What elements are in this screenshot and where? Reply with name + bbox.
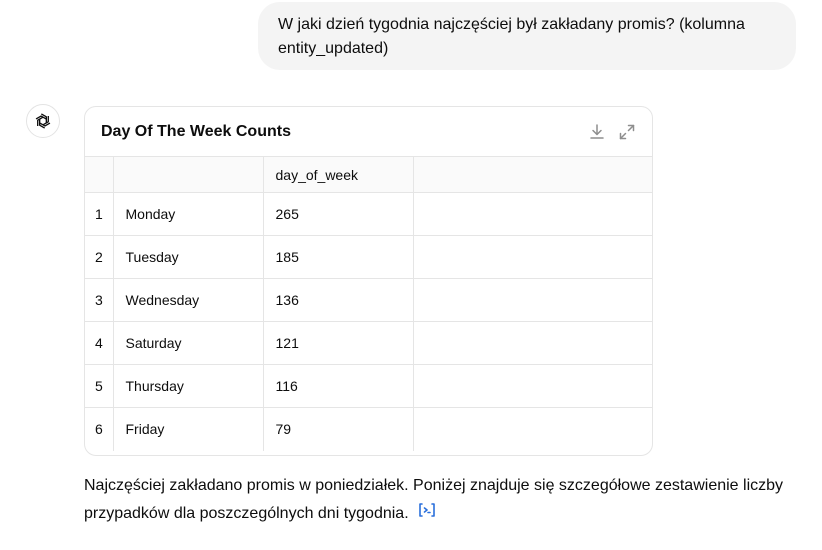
- table-row[interactable]: 6 Friday 79: [85, 407, 652, 451]
- table-card-header: Day Of The Week Counts: [85, 107, 652, 157]
- empty-cell: [412, 192, 652, 236]
- column-header-empty: [412, 156, 652, 193]
- empty-cell: [412, 407, 652, 451]
- day-cell: Saturday: [112, 321, 264, 365]
- code-icon: [419, 503, 435, 517]
- row-index: 1: [85, 192, 114, 236]
- count-cell: 79: [262, 407, 414, 451]
- user-message-bubble: W jaki dzień tygodnia najczęściej był za…: [258, 2, 796, 70]
- data-table: day_of_week 1 Monday 265 2 Tuesday 185 3…: [85, 156, 652, 451]
- day-cell: Thursday: [112, 364, 264, 408]
- count-cell: 185: [262, 235, 414, 279]
- user-message-text: W jaki dzień tygodnia najczęściej był za…: [278, 16, 745, 57]
- day-cell: Wednesday: [112, 278, 264, 322]
- table-row[interactable]: 3 Wednesday 136: [85, 278, 652, 322]
- day-cell: Friday: [112, 407, 264, 451]
- count-cell: 121: [262, 321, 414, 365]
- column-header-index[interactable]: [85, 156, 114, 193]
- table-row[interactable]: 1 Monday 265: [85, 192, 652, 236]
- column-header-day[interactable]: [112, 156, 264, 193]
- openai-logo-icon: [35, 113, 51, 129]
- day-cell: Tuesday: [112, 235, 264, 279]
- table-row[interactable]: 2 Tuesday 185: [85, 235, 652, 279]
- row-index: 6: [85, 407, 114, 451]
- row-index: 5: [85, 364, 114, 408]
- count-cell: 265: [262, 192, 414, 236]
- table-row[interactable]: 5 Thursday 116: [85, 364, 652, 408]
- table-card: Day Of The Week Counts day_of_week 1 Mon…: [84, 106, 653, 456]
- download-icon[interactable]: [588, 123, 606, 141]
- empty-cell: [412, 235, 652, 279]
- day-cell: Monday: [112, 192, 264, 236]
- assistant-avatar: [26, 104, 60, 138]
- row-index: 4: [85, 321, 114, 365]
- empty-cell: [412, 321, 652, 365]
- table-card-title: Day Of The Week Counts: [101, 123, 291, 140]
- table-row[interactable]: 4 Saturday 121: [85, 321, 652, 365]
- count-cell: 116: [262, 364, 414, 408]
- empty-cell: [412, 278, 652, 322]
- column-header-day-of-week[interactable]: day_of_week: [262, 156, 414, 193]
- row-index: 2: [85, 235, 114, 279]
- view-analysis-link[interactable]: [417, 500, 437, 528]
- row-index: 3: [85, 278, 114, 322]
- table-header-row: day_of_week: [85, 156, 652, 193]
- expand-icon[interactable]: [618, 123, 636, 141]
- assistant-answer: Najczęściej zakładano promis w poniedzia…: [84, 472, 784, 528]
- count-cell: 136: [262, 278, 414, 322]
- empty-cell: [412, 364, 652, 408]
